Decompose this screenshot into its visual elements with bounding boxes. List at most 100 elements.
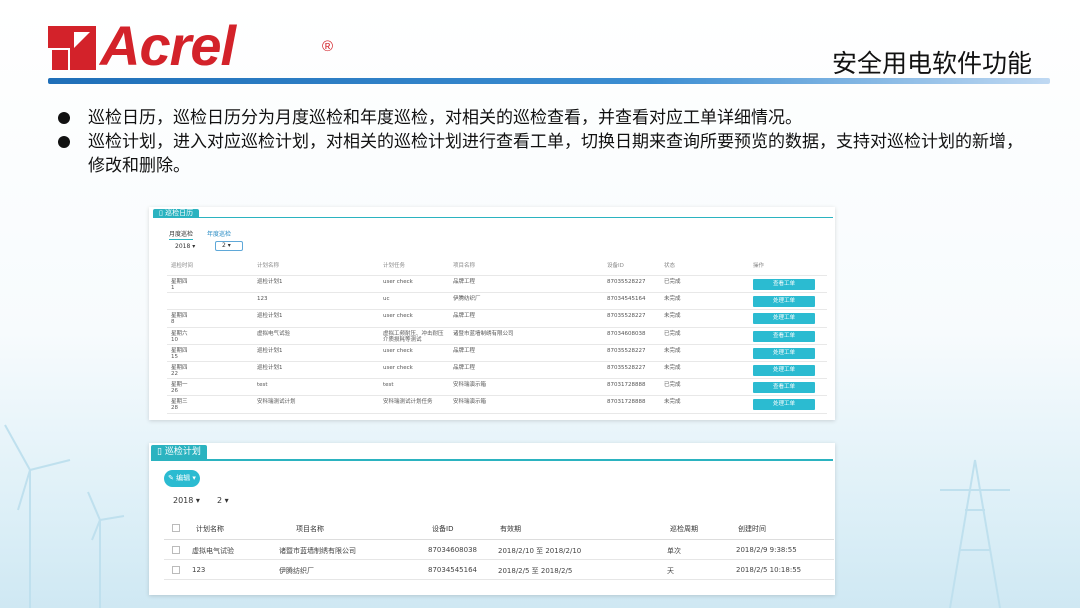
handle-workorder-button[interactable]: 处理工单 (753, 347, 815, 359)
brand-name: Acrel (100, 14, 236, 77)
bullet-dot-icon (58, 136, 70, 148)
cell-status: 未完成 (664, 313, 681, 320)
cell-device: 87035528227 (607, 347, 646, 354)
month-select[interactable]: 2 ▾ (217, 496, 229, 505)
table-header-row: 计划名称 项目名称 设备ID 有效期 巡检周期 创建时间 (164, 518, 834, 540)
cell-plan: 巡检计划1 (257, 347, 283, 354)
cell-date: 星期四 (171, 347, 188, 354)
cell-validity: 2018/2/10 至 2018/2/10 (498, 547, 582, 555)
cell-validity: 2018/2/5 至 2018/2/5 (498, 567, 573, 575)
cell-task: test (383, 382, 394, 389)
cell-project: 品牌工程 (453, 347, 476, 354)
cell-day: 1 (171, 285, 175, 291)
cell-date: 星期四 (171, 279, 188, 285)
cell-day: 15 (171, 353, 178, 360)
col-header: 设备ID (432, 525, 454, 533)
cell-device: 87034608038 (428, 546, 477, 554)
cell-day: 22 (171, 370, 178, 377)
cell-status: 未完成 (664, 399, 681, 406)
edit-button[interactable]: ✎ 编辑 ▾ (164, 470, 200, 487)
pencil-icon: ✎ (168, 474, 174, 482)
cell-task: uc (383, 296, 390, 303)
bullet-text: 巡检计划，进入对应巡检计划，对相关的巡检计划进行查看工单，切换日期来查询所要预览… (88, 132, 1023, 176)
year-select[interactable]: 2018 ▾ (173, 496, 200, 505)
calendar-tabs: 月度巡检 年度巡检 (169, 229, 231, 240)
col-header: 巡检周期 (670, 525, 698, 533)
table-row: 26 星期一 test test 安科瑞演示箱 87031728888 已完成 查看工单 (167, 379, 827, 397)
cell-day: 28 (171, 405, 178, 412)
year-select[interactable]: 2018 ▾ (175, 243, 195, 250)
cell-status: 已完成 (664, 330, 681, 337)
cell-created: 2018/2/5 10:18:55 (736, 566, 802, 574)
cell-task: user check (383, 364, 413, 371)
handle-workorder-button[interactable]: 处理工单 (753, 399, 815, 411)
cell-device: 87031728888 (607, 399, 646, 406)
cell-project: 安科瑞演示箱 (453, 382, 487, 389)
table-row: 1 星期四 巡检计划1 user check 品牌工程 87035528227 已完成 查看工… (167, 276, 827, 294)
inspection-plan-panel: ▯ 巡检计划 ✎ 编辑 ▾ 2018 ▾ 2 ▾ 计划名称 项目名称 设备ID … (149, 443, 835, 595)
month-select[interactable]: 2 ▾ (215, 241, 243, 251)
cell-project: 诸暨市蓝墙制绣有限公司 (279, 547, 356, 555)
cell-device: 87035528227 (607, 364, 646, 371)
cell-task: user check (383, 347, 413, 354)
view-workorder-button[interactable]: 查看工单 (753, 382, 815, 394)
cell-project: 伊腾纺织厂 (279, 567, 314, 575)
handle-workorder-button[interactable]: 处理工单 (753, 364, 815, 376)
calendar-panel-divider (153, 217, 833, 218)
cell-status: 未完成 (664, 296, 681, 303)
cell-date: 星期四 (171, 313, 188, 320)
cell-project: 伊腾纺织厂 (453, 296, 481, 303)
cell-day: 10 (171, 336, 178, 343)
tab-monthly[interactable]: 月度巡检 (169, 229, 194, 240)
plan-panel-divider (151, 459, 833, 461)
col-header: 计划名称 (257, 263, 280, 269)
cell-task: 安科瑞测试计划任务 (383, 399, 433, 406)
col-header: 项目名称 (453, 263, 476, 269)
inspection-calendar-panel: ▯ 巡检日历 月度巡检 年度巡检 2018 ▾ 2 ▾ 巡检时间 计划名称 计划… (149, 207, 835, 420)
cell-name: 虚拟电气试验 (192, 547, 234, 555)
cell-device: 87035528227 (607, 313, 646, 320)
plan-panel-tab[interactable]: ▯ 巡检计划 (151, 445, 207, 459)
view-workorder-button[interactable]: 查看工单 (753, 279, 815, 290)
cell-status: 已完成 (664, 382, 681, 389)
row-checkbox[interactable] (172, 566, 180, 574)
cell-date: 星期三 (171, 399, 188, 406)
col-header: 巡检时间 (171, 263, 194, 269)
col-header: 创建时间 (738, 525, 766, 533)
col-header: 计划任务 (383, 263, 406, 269)
year-value: 2018 (173, 496, 194, 505)
cell-plan: 巡检计划1 (257, 279, 283, 285)
cell-cycle: 单次 (667, 547, 681, 555)
chevron-down-icon: ▾ (227, 242, 231, 249)
cell-device: 87035528227 (607, 279, 646, 285)
table-row[interactable]: 虚拟电气试验 诸暨市蓝墙制绣有限公司 87034608038 2018/2/10 至 … (164, 540, 834, 560)
col-header: 状态 (664, 263, 676, 269)
table-row: 15 星期四 巡检计划1 user check 品牌工程 87035528227 未完成 处理… (167, 345, 827, 362)
cell-project: 品牌工程 (453, 364, 476, 371)
chevron-down-icon: ▾ (192, 474, 196, 482)
select-all-checkbox[interactable] (172, 524, 180, 532)
col-header: 计划名称 (196, 525, 224, 533)
cell-status: 未完成 (664, 347, 681, 354)
plan-panel-title: 巡检计划 (164, 447, 201, 457)
cell-date: 星期四 (171, 364, 188, 371)
cell-plan: 巡检计划1 (257, 313, 283, 320)
month-value: 2 (217, 496, 223, 505)
bullet-dot-icon (58, 112, 70, 124)
calendar-panel-title: 巡检日历 (165, 209, 194, 217)
cell-day: 8 (171, 319, 175, 326)
edit-label: 编辑 (176, 474, 191, 482)
cell-project: 安科瑞演示箱 (453, 399, 487, 406)
cell-name: 123 (192, 566, 206, 574)
row-checkbox[interactable] (172, 546, 180, 554)
view-workorder-button[interactable]: 查看工单 (753, 330, 815, 342)
table-row: 8 星期四 巡检计划1 user check 品牌工程 87035528227 未完成 处理工… (167, 310, 827, 328)
cell-project: 品牌工程 (453, 313, 476, 320)
month-value: 2 (222, 242, 226, 249)
cell-device: 87031728888 (607, 382, 646, 389)
tab-yearly[interactable]: 年度巡检 (207, 229, 231, 240)
cell-project: 诸暨市蓝墙制绣有限公司 (453, 330, 514, 337)
handle-workorder-button[interactable]: 处理工单 (753, 296, 815, 308)
table-row[interactable]: 123 伊腾纺织厂 87034545164 2018/2/5 至 2018/2/5 天 2… (164, 560, 834, 580)
handle-workorder-button[interactable]: 处理工单 (753, 313, 815, 325)
